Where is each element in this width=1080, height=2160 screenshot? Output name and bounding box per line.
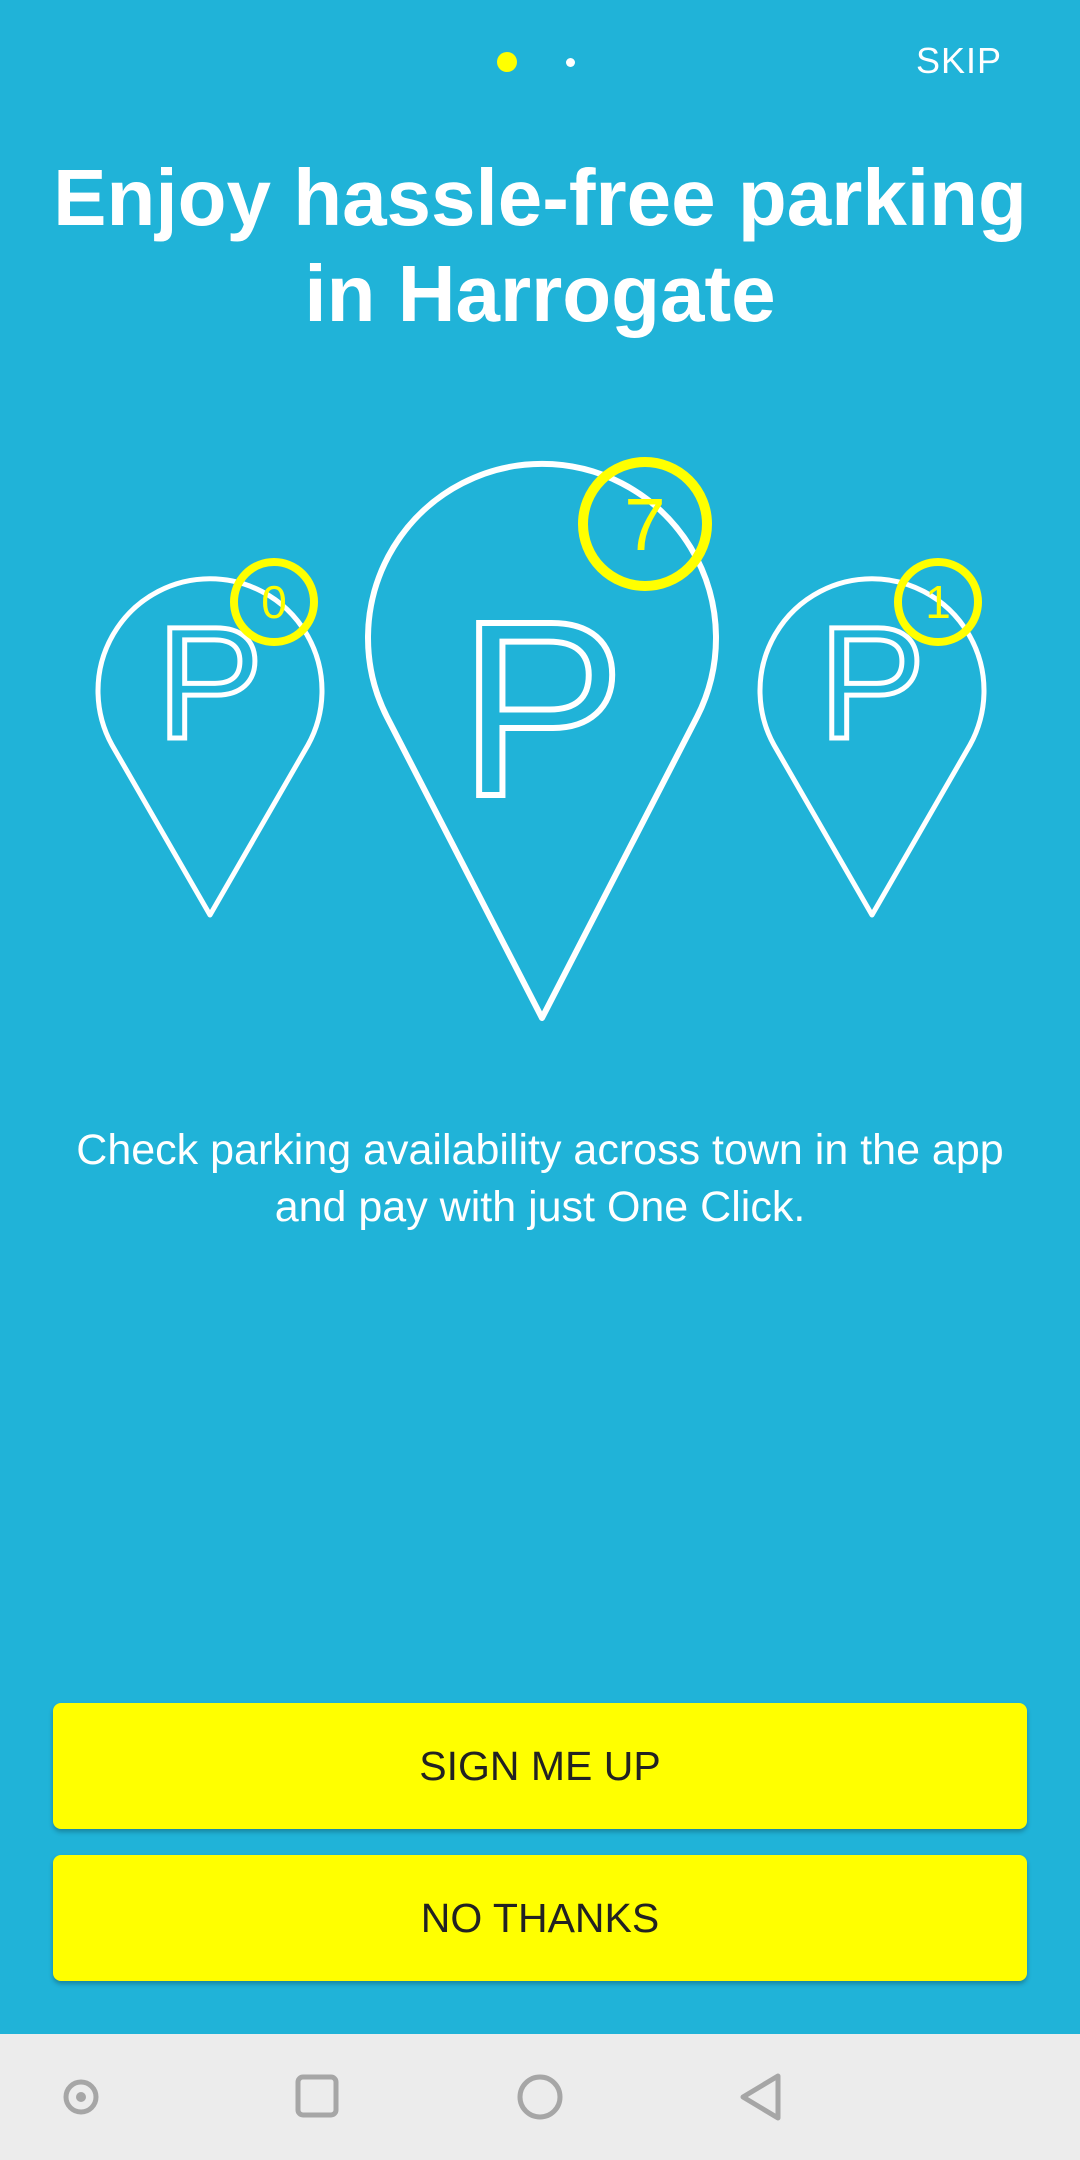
back-triangle-icon[interactable] [703,2034,823,2160]
sign-me-up-label: SIGN ME UP [419,1742,661,1789]
page-title: Enjoy hassle-free parking in Harrogate [53,153,1027,338]
parking-pin-icon-center: P 7 [365,457,719,1021]
pin-count-center: 7 [624,483,665,566]
pin-letter-center: P [459,569,626,848]
pin-letter-right: P [819,593,926,772]
home-circle-icon[interactable] [480,2034,600,2160]
onboarding-description: Check parking availability across town i… [76,1126,1004,1231]
page-dot-active[interactable] [497,52,517,72]
assistant-dot-icon[interactable] [21,2034,141,2160]
parking-pin-icon-right: P 1 [757,558,987,918]
pin-letter-left: P [157,593,264,772]
parking-pin-icon-left: P 0 [95,558,325,918]
pin-count-left: 0 [261,576,287,628]
system-navigation-bar [0,2034,1080,2160]
no-thanks-label: NO THANKS [420,1894,660,1941]
skip-button[interactable]: SKIP [916,40,1002,82]
parking-pins-illustration: P 0 P 7 P 1 [95,457,987,1021]
pin-count-right: 1 [925,576,951,628]
page-dot-inactive[interactable] [566,58,575,67]
onboarding-screen: SKIP Enjoy hassle-free parking in Harrog… [0,0,1080,2160]
sign-me-up-button[interactable]: SIGN ME UP [53,1703,1027,1829]
no-thanks-button[interactable]: NO THANKS [53,1855,1027,1981]
recents-square-icon[interactable] [258,2034,378,2160]
